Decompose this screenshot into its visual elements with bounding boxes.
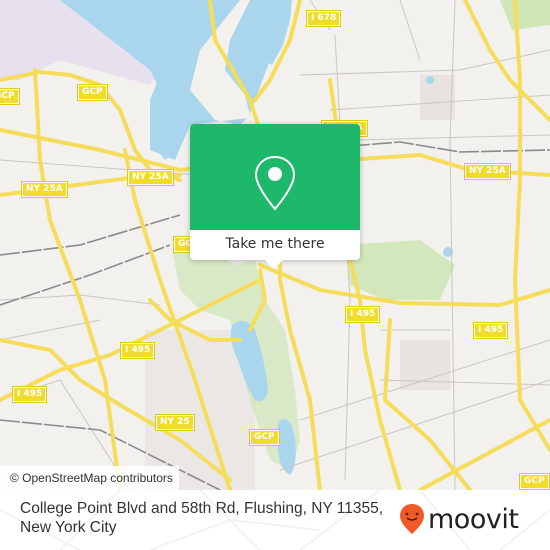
route-shield-gcp: GCP (77, 84, 108, 101)
moovit-wordmark: moovit (428, 503, 519, 535)
moovit-logo[interactable]: moovit (398, 501, 519, 537)
popup-pointer (265, 260, 283, 269)
map-view[interactable]: GCP GCP I 678 NY 25A NY 25A NY 25A NY 25… (0, 0, 550, 490)
route-shield-i495: I 495 (344, 306, 381, 323)
route-shield-i495: I 495 (11, 386, 48, 403)
route-shield-i678: I 678 (305, 10, 342, 27)
route-shield-ny25a: NY 25A (21, 181, 68, 198)
take-me-there-button[interactable]: Take me there (190, 230, 360, 260)
popup-header (190, 124, 360, 230)
park-area (345, 240, 455, 300)
route-shield-ny25a: NY 25A (127, 169, 174, 186)
route-shield-gcp: GCP (0, 88, 20, 105)
route-shield-gcp: GCP (249, 429, 280, 446)
map-attribution[interactable]: © OpenStreetMap contributors (0, 466, 179, 490)
route-shield-ny25: NY 25 (155, 414, 195, 431)
route-shield-ny25a: NY 25A (464, 163, 511, 180)
map-card: GCP GCP I 678 NY 25A NY 25A NY 25A NY 25… (0, 0, 550, 550)
builtup-area (420, 75, 455, 120)
address-text: College Point Blvd and 58th Rd, Flushing… (20, 500, 384, 536)
moovit-pin-smile-icon (400, 504, 424, 534)
route-shield-i495: I 495 (119, 342, 156, 359)
footer: College Point Blvd and 58th Rd, Flushing… (0, 490, 550, 550)
map-pin-icon (254, 155, 296, 211)
builtup-area (400, 340, 450, 390)
route-shield-i495: I 495 (472, 322, 509, 339)
location-popup: Take me there (190, 124, 360, 269)
route-shield-gcp: GCP (519, 473, 550, 490)
park-area (500, 0, 550, 30)
pond (426, 76, 434, 84)
